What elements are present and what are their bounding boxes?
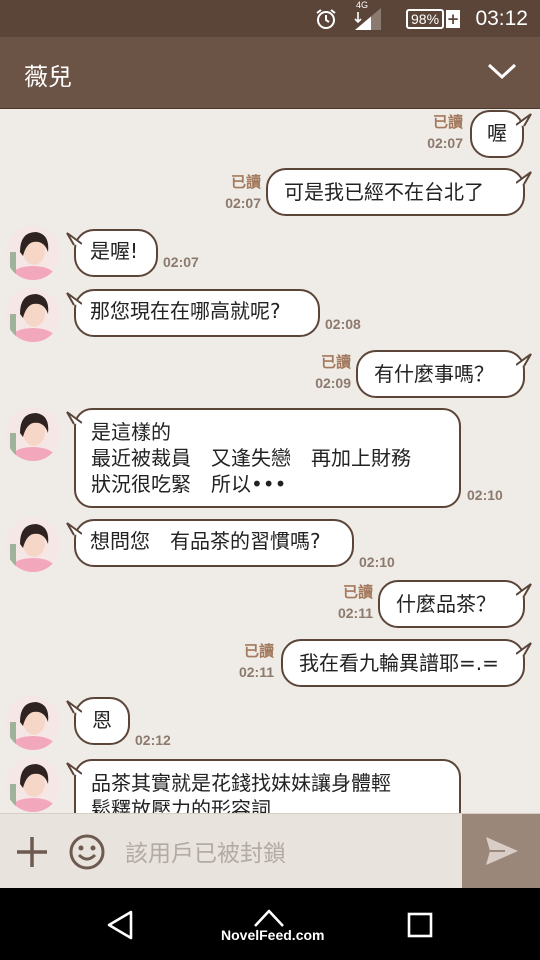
message-row: 品茶其實就是花錢找妹妹讓身體輕 鬆釋放壓力的形容詞 <box>0 758 540 813</box>
send-icon <box>486 837 518 865</box>
message-bubble[interactable]: 想問您 有品茶的習慣嗎? <box>74 519 354 567</box>
message-time: 02:07 <box>225 195 261 211</box>
bubble-tail <box>66 232 82 246</box>
avatar[interactable] <box>6 226 60 280</box>
read-receipt: 已讀 <box>320 354 351 371</box>
read-receipt: 已讀 <box>243 643 274 660</box>
read-receipt: 已讀 <box>342 584 373 601</box>
add-attachment-button[interactable] <box>14 834 50 874</box>
nav-back-button[interactable] <box>106 910 134 944</box>
avatar[interactable] <box>6 288 60 342</box>
message-row: 已讀 02:09 有什麼事嗎？ <box>0 349 540 401</box>
read-receipt: 已讀 <box>230 174 261 191</box>
emoji-button[interactable] <box>68 833 106 875</box>
message-bubble[interactable]: 什麼品茶？ <box>378 580 525 628</box>
message-bubble[interactable]: 我在看九輪異譜耶=.= <box>281 639 525 687</box>
send-button[interactable] <box>462 814 540 889</box>
alarm-icon <box>314 0 338 37</box>
avatar[interactable] <box>6 407 60 461</box>
bubble-tail <box>66 700 82 714</box>
message-row: 是喔! 02:07 <box>0 226 540 284</box>
message-time: 02:07 <box>427 135 463 151</box>
message-list[interactable]: 已讀 02:07 喔 已讀 02:07 可是我已經不在台北了 是喔! 02:07 那… <box>0 109 540 813</box>
message-time: 02:07 <box>163 254 199 270</box>
message-time: 02:11 <box>238 664 274 680</box>
message-bubble[interactable]: 恩 <box>74 697 130 745</box>
message-bubble[interactable]: 那您現在在哪高就呢? <box>74 289 320 337</box>
smiley-icon <box>69 834 105 870</box>
message-input[interactable]: 該用戶已被封鎖 <box>125 834 286 868</box>
message-bubble[interactable]: 可是我已經不在台北了 <box>266 168 525 216</box>
bubble-tail <box>516 642 532 656</box>
message-row: 那您現在在哪高就呢? 02:08 <box>0 288 540 346</box>
watermark: NovelFeed.com <box>221 927 325 943</box>
message-row: 已讀 02:07 可是我已經不在台北了 <box>0 167 540 219</box>
contact-name: 薇兒 <box>24 63 72 91</box>
message-time: 02:11 <box>337 605 373 621</box>
message-row: 想問您 有品茶的習慣嗎? 02:10 <box>0 518 540 576</box>
bubble-tail <box>516 583 532 597</box>
message-time: 02:08 <box>325 316 361 332</box>
recents-square-icon <box>407 912 433 938</box>
message-bubble[interactable]: 有什麼事嗎？ <box>356 350 525 398</box>
message-row: 是這樣的 最近被裁員 又逢失戀 再加上財務 狀況很吃緊 所以••• 02:10 <box>0 407 540 511</box>
message-row: 已讀 02:07 喔 <box>0 109 540 161</box>
bubble-tail <box>516 171 532 185</box>
system-nav-bar: NovelFeed.com <box>0 888 540 960</box>
message-time: 02:10 <box>359 554 395 570</box>
avatar[interactable] <box>6 518 60 572</box>
message-row: 恩 02:12 <box>0 696 540 754</box>
bubble-tail <box>66 762 82 776</box>
signal-icon <box>353 0 385 37</box>
bubble-tail <box>516 353 532 367</box>
bubble-tail <box>66 522 82 536</box>
battery-level: 98% <box>406 8 445 29</box>
bubble-tail <box>516 113 532 127</box>
message-time: 02:09 <box>315 375 351 391</box>
message-bubble[interactable]: 是喔! <box>74 229 158 277</box>
message-bubble[interactable]: 品茶其實就是花錢找妹妹讓身體輕 鬆釋放壓力的形容詞 <box>74 759 461 813</box>
chat-header: 薇兒 <box>0 37 540 109</box>
input-bar: 該用戶已被封鎖 <box>0 813 540 889</box>
message-row: 已讀 02:11 我在看九輪異譜耶=.= <box>0 638 540 690</box>
charging-icon: + <box>446 9 461 28</box>
home-icon <box>254 909 284 927</box>
bubble-tail <box>66 411 82 425</box>
message-time: 02:10 <box>467 487 503 503</box>
message-time: 02:12 <box>135 732 171 748</box>
message-bubble[interactable]: 是這樣的 最近被裁員 又逢失戀 再加上財務 狀況很吃緊 所以••• <box>74 408 461 508</box>
status-time: 03:12 <box>475 6 528 30</box>
bubble-tail <box>66 292 82 306</box>
battery-indicator: 98% + <box>406 0 461 37</box>
status-bar: 4G 98% + 03:12 <box>0 0 540 37</box>
avatar[interactable] <box>6 696 60 750</box>
plus-icon <box>17 837 47 867</box>
message-row: 已讀 02:11 什麼品茶？ <box>0 579 540 631</box>
read-receipt: 已讀 <box>432 114 463 131</box>
nav-recents-button[interactable] <box>407 912 433 942</box>
back-triangle-icon <box>107 910 133 940</box>
chevron-down-icon[interactable] <box>486 61 518 87</box>
avatar[interactable] <box>6 758 60 812</box>
